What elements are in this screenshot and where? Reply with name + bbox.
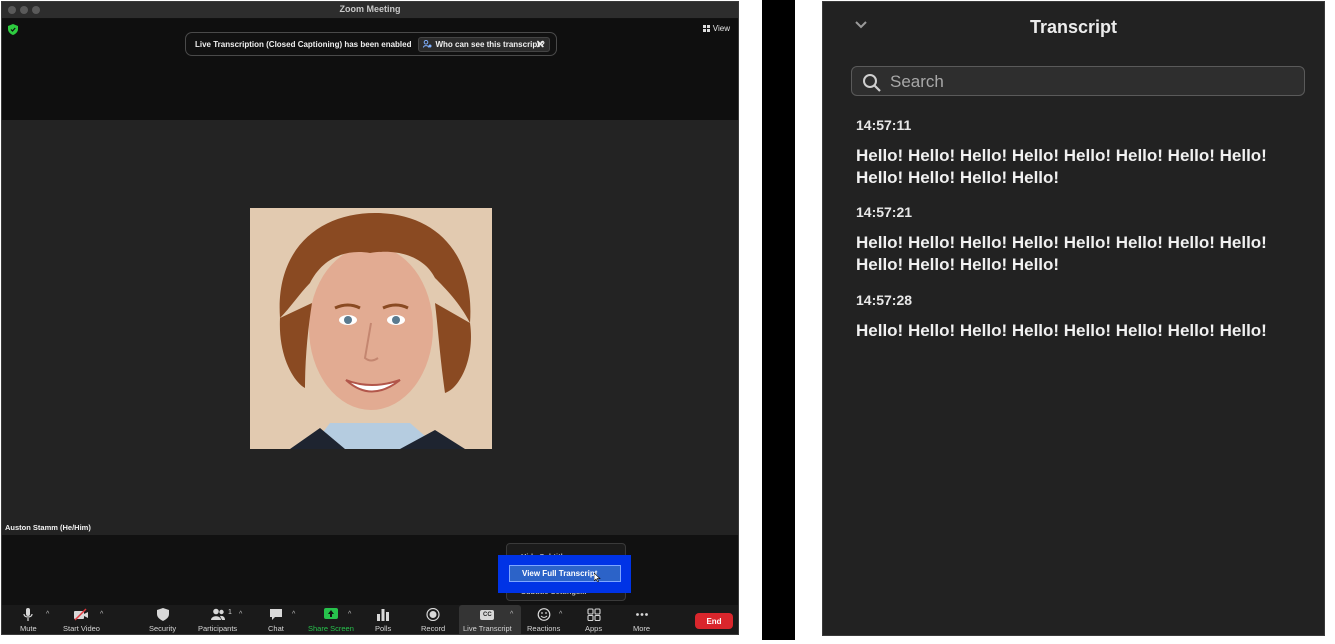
end-meeting-button[interactable]: End xyxy=(695,613,733,629)
transcript-entry-time: 14:57:28 xyxy=(856,292,913,308)
apps-button[interactable]: Apps xyxy=(585,608,602,633)
reactions-label: Reactions xyxy=(527,624,561,633)
who-can-see-button[interactable]: Who can see this transcript? xyxy=(418,36,550,52)
transcript-options-caret[interactable]: ^ xyxy=(510,611,513,618)
chat-label: Chat xyxy=(268,624,284,633)
reactions-options-caret[interactable]: ^ xyxy=(559,611,562,618)
participant-video xyxy=(250,208,492,449)
participants-icon xyxy=(210,608,225,620)
chat-icon xyxy=(269,609,282,620)
reactions-icon xyxy=(537,608,551,621)
search-icon xyxy=(863,74,881,92)
video-stage: Auston Stamm (He/Him) xyxy=(2,120,738,535)
participants-options-caret[interactable]: ^ xyxy=(239,611,242,618)
transcript-entry-time: 14:57:21 xyxy=(856,204,913,220)
security-label: Security xyxy=(149,624,177,633)
microphone-icon xyxy=(23,608,33,621)
transcript-entry-text: Hello! Hello! Hello! Hello! Hello! Hello… xyxy=(856,233,1267,274)
apps-icon xyxy=(586,608,601,621)
search-input[interactable] xyxy=(888,71,1292,93)
meeting-toolbar: Mute ^ Start Video ^ Security Participan… xyxy=(2,605,738,634)
black-divider xyxy=(762,0,795,640)
record-button[interactable]: Record xyxy=(421,608,445,633)
menu-item-view-full-transcript[interactable]: View Full Transcript xyxy=(509,565,621,582)
chat-options-caret[interactable]: ^ xyxy=(292,611,295,618)
participants-count: 1 xyxy=(228,609,232,616)
transcript-panel: Transcript 14:57:11 Hello! Hello! Hello!… xyxy=(822,1,1325,636)
more-label: More xyxy=(633,624,651,633)
share-screen-icon xyxy=(323,608,338,619)
video-off-icon xyxy=(74,608,89,621)
chat-button[interactable]: Chat xyxy=(268,608,284,633)
person-icon xyxy=(423,40,432,48)
mute-button[interactable]: Mute xyxy=(20,608,37,633)
transcript-entry-text: Hello! Hello! Hello! Hello! Hello! Hello… xyxy=(856,146,1267,187)
video-options-caret[interactable]: ^ xyxy=(100,611,103,618)
live-transcript-label: Live Transcript xyxy=(463,624,512,633)
cc-icon: CC xyxy=(480,610,495,620)
window-title: Zoom Meeting xyxy=(339,4,401,14)
live-transcript-button[interactable]: CC Live Transcript xyxy=(463,608,512,633)
shield-icon xyxy=(156,608,169,621)
start-video-button[interactable]: Start Video xyxy=(63,608,100,633)
title-bar: Zoom Meeting xyxy=(2,2,738,19)
participants-label: Participants xyxy=(198,624,238,633)
share-screen-label: Share Screen xyxy=(308,624,354,633)
zoom-meeting-window: Zoom Meeting View Live Transcription (Cl… xyxy=(1,1,739,635)
more-button[interactable]: More xyxy=(633,608,650,633)
polls-icon xyxy=(377,609,390,621)
security-button[interactable]: Security xyxy=(149,608,176,633)
start-video-label: Start Video xyxy=(63,624,100,633)
who-can-see-label: Who can see this transcript? xyxy=(435,39,545,49)
audio-options-caret[interactable]: ^ xyxy=(46,611,49,618)
apps-label: Apps xyxy=(585,624,603,633)
grid-icon xyxy=(702,25,710,32)
participant-name: Auston Stamm (He/Him) xyxy=(5,523,91,532)
close-icon[interactable]: ✕ xyxy=(536,38,545,51)
more-icon xyxy=(635,613,648,616)
notice-text: Live Transcription (Closed Captioning) h… xyxy=(195,39,412,49)
transcript-title: Transcript xyxy=(1029,17,1118,37)
share-options-caret[interactable]: ^ xyxy=(348,611,351,618)
reactions-button[interactable]: Reactions xyxy=(527,608,560,633)
live-transcription-notice: Live Transcription (Closed Captioning) h… xyxy=(185,32,557,56)
mouse-cursor-icon xyxy=(594,573,601,582)
mute-label: Mute xyxy=(20,624,37,633)
polls-button[interactable]: Polls xyxy=(375,608,391,633)
transcript-search[interactable] xyxy=(851,66,1305,96)
view-button[interactable]: View xyxy=(702,24,730,33)
polls-label: Polls xyxy=(375,624,392,633)
transcript-entry-text: Hello! Hello! Hello! Hello! Hello! Hello… xyxy=(856,321,1267,340)
record-icon xyxy=(426,608,440,621)
record-label: Record xyxy=(421,624,446,633)
view-label: View xyxy=(712,24,730,33)
share-screen-button[interactable]: Share Screen xyxy=(308,608,354,633)
transcript-entry-time: 14:57:11 xyxy=(856,117,912,133)
encryption-shield-icon[interactable] xyxy=(8,24,18,35)
